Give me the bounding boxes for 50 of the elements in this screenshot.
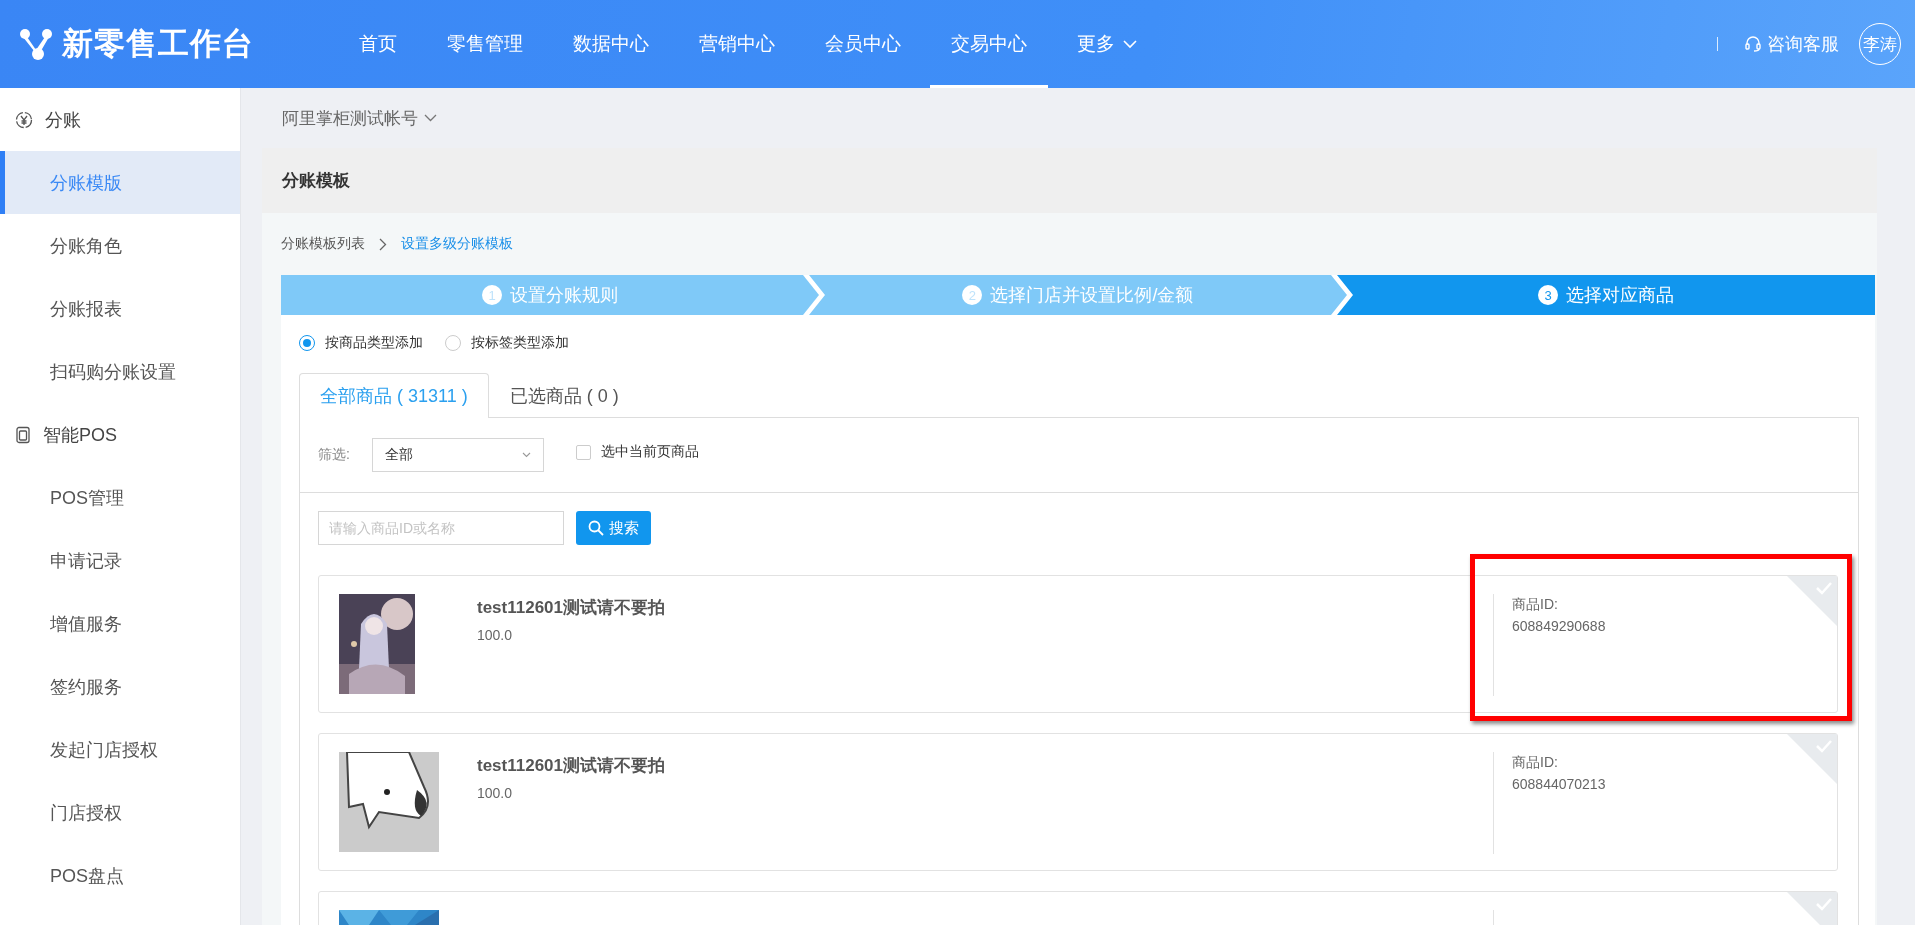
step-number: 1 <box>482 285 502 305</box>
product-id-label: 商品ID: <box>1512 754 1559 772</box>
device-icon <box>15 425 31 444</box>
filter-label: 筛选: <box>318 446 350 464</box>
chevron-right-icon <box>379 237 387 251</box>
sidebar-item[interactable]: 签约服务 <box>0 655 240 718</box>
product-name: test112601测试请不要拍 <box>477 597 667 619</box>
chevron-down-icon[interactable] <box>424 114 437 122</box>
sidebar-group[interactable]: 智能POS <box>0 403 240 466</box>
select-page-checkbox[interactable]: 选中当前页商品 <box>575 443 699 461</box>
sidebar-group[interactable]: 分账 <box>0 88 240 151</box>
product-card[interactable]: test112601测试请不要拍 100.0 商品ID: 608844070213 <box>318 733 1838 871</box>
product-tab[interactable]: 已选商品 ( 0 ) <box>488 373 640 417</box>
step-number: 2 <box>962 285 983 305</box>
sidebar-item[interactable]: 扫码购分账设置 <box>0 340 240 403</box>
sidebar-item[interactable]: 发起门店授权 <box>0 718 240 781</box>
chevron-down-icon <box>521 452 531 458</box>
step-label: 设置分账规则 <box>510 284 618 307</box>
sidebar-item[interactable]: POS盘点 <box>0 844 240 907</box>
logo-text: 新零售工作台 <box>62 25 254 63</box>
step-label: 选择门店并设置比例/金额 <box>990 284 1194 307</box>
check-corner-icon[interactable] <box>1787 734 1837 784</box>
sidebar-item[interactable]: 增值服务 <box>0 592 240 655</box>
product-id-label: 商品ID: <box>1512 596 1559 614</box>
sidebar-item[interactable]: 门店授权 <box>0 781 240 844</box>
product-id: 608849290688 <box>1512 618 1607 634</box>
sidebar-item[interactable]: 分账角色 <box>0 214 240 277</box>
step-number: 3 <box>1538 285 1558 305</box>
radio-option[interactable]: 按标签类型添加 <box>445 334 569 352</box>
headset-icon <box>1744 35 1762 53</box>
filter-select[interactable]: 全部 <box>371 438 544 472</box>
sidebar-item[interactable]: 申请记录 <box>0 529 240 592</box>
product-id: 608844070213 <box>1512 776 1607 792</box>
step-label: 选择对应商品 <box>1566 284 1674 307</box>
panel-title: 分账模板 <box>262 148 1877 213</box>
product-price: 100.0 <box>477 785 514 801</box>
chevron-down-icon <box>1123 39 1137 49</box>
radio-option[interactable]: 按商品类型添加 <box>299 334 423 352</box>
product-card[interactable]: test112601测试请不要拍 100.0 商品ID: 608849290688 <box>318 575 1838 713</box>
check-corner-icon[interactable] <box>1787 576 1837 626</box>
breadcrumb-link[interactable]: 分账模板列表 <box>281 235 365 253</box>
logo-icon <box>18 26 54 62</box>
yen-icon <box>15 110 33 129</box>
search-field[interactable]: 请输入商品ID或名称 <box>318 511 564 545</box>
product-price: 100.0 <box>477 627 514 643</box>
product-name: test112601测试请不要拍 <box>477 755 667 777</box>
sidebar-item[interactable]: 分账报表 <box>0 277 240 340</box>
account-name[interactable]: 阿里掌柜测试帐号 <box>282 106 418 130</box>
sidebar-item[interactable]: POS管理 <box>0 466 240 529</box>
search-icon <box>588 520 604 536</box>
